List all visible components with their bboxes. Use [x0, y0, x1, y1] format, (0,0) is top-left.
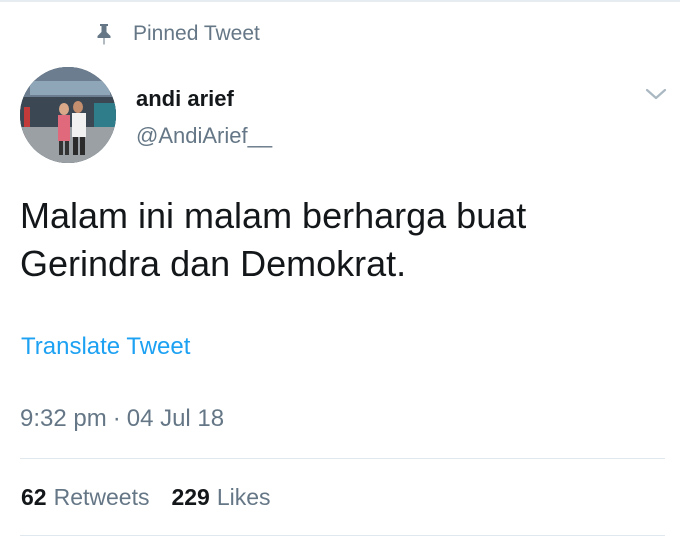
tweet-date: 04 Jul 18: [126, 405, 225, 432]
author-handle[interactable]: @AndiArief__: [136, 123, 272, 149]
tweet-timestamp[interactable]: 9:32 pm · 04 Jul 18: [20, 405, 224, 433]
tweet-text: Malam ini malam berharga buat Gerindra d…: [20, 195, 527, 284]
translate-tweet-link[interactable]: Translate Tweet: [21, 333, 190, 361]
retweets-count: 62: [21, 484, 47, 510]
tweet-stats: 62 Retweets 229 Likes: [21, 484, 293, 511]
timestamp-separator: ·: [112, 405, 121, 432]
retweets-stat[interactable]: 62 Retweets: [21, 484, 149, 511]
pinned-label: Pinned Tweet: [133, 22, 260, 45]
likes-label: Likes: [216, 484, 271, 510]
likes-count: 229: [171, 484, 210, 510]
retweets-label: Retweets: [53, 484, 150, 510]
divider: [20, 535, 665, 536]
author-name[interactable]: andi arief: [136, 86, 234, 112]
divider: [20, 458, 665, 459]
pinned-indicator: Pinned Tweet: [95, 21, 260, 47]
avatar[interactable]: [20, 67, 116, 163]
chevron-down-icon[interactable]: [645, 86, 667, 102]
likes-stat[interactable]: 229 Likes: [171, 484, 270, 511]
top-border: [0, 0, 680, 2]
tweet-time: 9:32 pm: [20, 405, 107, 432]
pin-icon: [95, 23, 113, 45]
